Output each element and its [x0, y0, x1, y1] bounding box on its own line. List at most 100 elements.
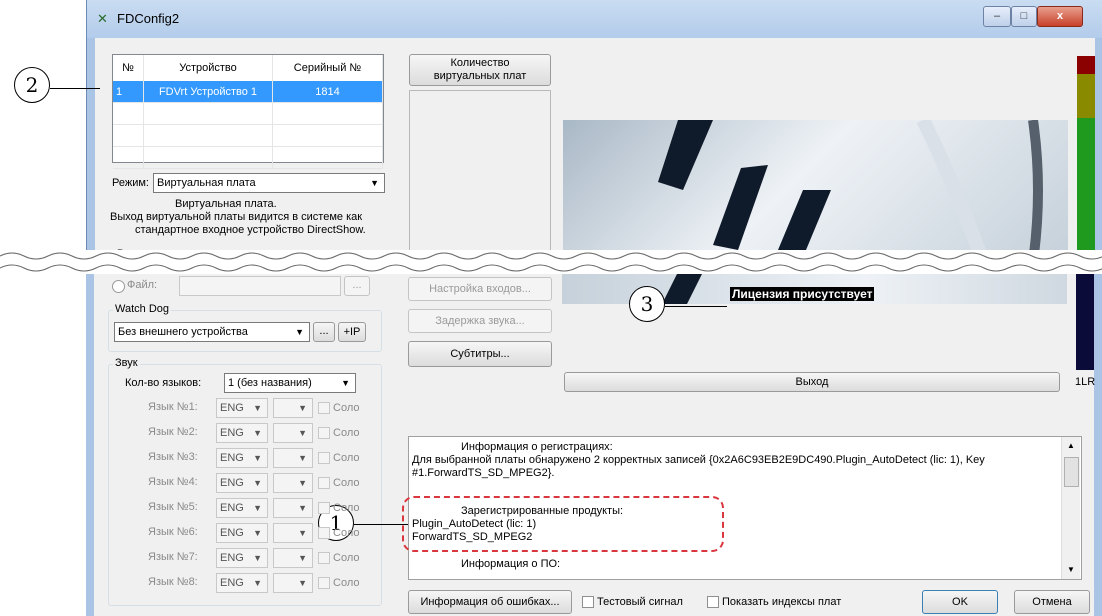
language-code-select[interactable]: ENG ▼ — [216, 448, 268, 468]
language-code: ENG — [220, 552, 244, 564]
virtual-count-button[interactable]: Количество виртуальных плат — [409, 54, 551, 86]
error-info-button[interactable]: Информация об ошибках... — [408, 590, 572, 614]
scroll-thumb[interactable] — [1064, 457, 1079, 487]
scroll-up-icon[interactable]: ▲ — [1067, 441, 1075, 450]
language-name-select[interactable]: ▼ — [273, 398, 313, 418]
mode-description-3: стандартное входное устройство DirectSho… — [135, 224, 366, 236]
lang-count-select[interactable]: 1 (без названия) ▼ — [224, 373, 356, 393]
solo-checkbox[interactable] — [318, 552, 330, 564]
callout-3-leader — [665, 306, 727, 307]
solo-checkbox[interactable] — [318, 577, 330, 589]
solo-checkbox[interactable] — [318, 502, 330, 514]
solo-label: Соло — [333, 402, 360, 414]
language-code-select[interactable]: ENG ▼ — [216, 498, 268, 518]
test-signal-label: Тестовый сигнал — [597, 596, 683, 608]
language-label: Язык №1: — [148, 401, 198, 413]
exit-button[interactable]: Выход — [564, 372, 1060, 392]
chevron-down-icon: ▼ — [298, 553, 307, 563]
input-settings-button[interactable]: Настройка входов... — [408, 277, 552, 301]
language-code-select[interactable]: ENG ▼ — [216, 573, 268, 593]
preview-image — [658, 120, 1043, 262]
lang-count-label: Кол-во языков: — [125, 377, 202, 389]
solo-checkbox[interactable] — [318, 477, 330, 489]
solo-label: Соло — [333, 552, 360, 564]
solo-label: Соло — [333, 527, 360, 539]
chevron-down-icon: ▼ — [253, 553, 262, 563]
file-label: Файл: — [127, 279, 158, 291]
minimize-button[interactable]: – — [983, 6, 1011, 27]
language-code-select[interactable]: ENG ▼ — [216, 548, 268, 568]
callout-2: 2 — [14, 67, 50, 103]
language-name-select[interactable]: ▼ — [273, 423, 313, 443]
mode-description-1: Виртуальная плата. — [175, 198, 277, 210]
watchdog-browse-button[interactable]: ... — [313, 322, 335, 342]
callout-1-leader — [354, 524, 408, 525]
virtual-count-line2: виртуальных плат — [433, 70, 527, 82]
watchdog-select[interactable]: Без внешнего устройства ▼ — [114, 322, 310, 342]
solo-label: Соло — [333, 502, 360, 514]
mode-select[interactable]: Виртуальная плата ▼ — [153, 173, 385, 193]
solo-checkbox[interactable] — [318, 402, 330, 414]
window-title: FDConfig2 — [117, 11, 180, 26]
license-status-text: Лицензия присутствует — [730, 287, 875, 301]
file-radio[interactable] — [112, 280, 125, 293]
language-name-select[interactable]: ▼ — [273, 498, 313, 518]
language-code: ENG — [220, 577, 244, 589]
ok-button[interactable]: OK — [922, 590, 998, 614]
col-device[interactable]: Устройство — [143, 55, 273, 81]
chevron-down-icon: ▼ — [253, 578, 262, 588]
table-row[interactable]: 1 FDVrt Устройство 1 1814 — [113, 81, 383, 103]
language-name-select[interactable]: ▼ — [273, 448, 313, 468]
file-path-input[interactable] — [179, 276, 341, 296]
language-label: Язык №7: — [148, 551, 198, 563]
language-name-select[interactable]: ▼ — [273, 473, 313, 493]
language-label: Язык №2: — [148, 426, 198, 438]
language-code-select[interactable]: ENG ▼ — [216, 398, 268, 418]
info-scrollbar[interactable]: ▲ ▼ — [1061, 437, 1080, 579]
lang-count-value: 1 (без названия) — [228, 377, 312, 389]
show-indexes-checkbox[interactable] — [707, 596, 719, 608]
watchdog-ip-button[interactable]: +IP — [338, 322, 366, 342]
solo-checkbox[interactable] — [318, 527, 330, 539]
show-indexes-label: Показать индексы плат — [722, 596, 842, 608]
col-number[interactable]: № — [113, 55, 144, 81]
software-info-title: Информация о ПО: — [461, 558, 561, 570]
test-signal-checkbox[interactable] — [582, 596, 594, 608]
language-code-select[interactable]: ENG ▼ — [216, 423, 268, 443]
cell-number: 1 — [113, 81, 144, 103]
video-preview — [563, 120, 1068, 262]
chevron-down-icon: ▼ — [298, 528, 307, 538]
chevron-down-icon: ▼ — [298, 453, 307, 463]
language-code: ENG — [220, 402, 244, 414]
col-serial[interactable]: Серийный № — [272, 55, 383, 81]
chevron-down-icon: ▼ — [253, 503, 262, 513]
audio-meter-lower — [1076, 274, 1094, 370]
solo-checkbox[interactable] — [318, 452, 330, 464]
watchdog-group-label: Watch Dog — [113, 303, 172, 315]
cell-device: FDVrt Устройство 1 — [143, 81, 273, 103]
language-code-select[interactable]: ENG ▼ — [216, 523, 268, 543]
sound-group-label: Звук — [113, 357, 140, 369]
language-name-select[interactable]: ▼ — [273, 548, 313, 568]
products-highlight — [402, 496, 724, 552]
audio-delay-button[interactable]: Задержка звука... — [408, 309, 552, 333]
cancel-button[interactable]: Отмена — [1014, 590, 1090, 614]
maximize-button[interactable]: □ — [1011, 6, 1037, 27]
chevron-down-icon: ▼ — [298, 478, 307, 488]
subtitles-button[interactable]: Субтитры... — [408, 341, 552, 367]
language-code-select[interactable]: ENG ▼ — [216, 473, 268, 493]
language-name-select[interactable]: ▼ — [273, 523, 313, 543]
chevron-down-icon: ▼ — [370, 178, 379, 188]
close-button[interactable]: x — [1037, 6, 1083, 27]
virtual-count-panel — [409, 90, 551, 262]
language-name-select[interactable]: ▼ — [273, 573, 313, 593]
file-browse-button[interactable]: ... — [344, 276, 370, 296]
scroll-down-icon[interactable]: ▼ — [1067, 565, 1075, 574]
chevron-down-icon: ▼ — [298, 428, 307, 438]
chevron-down-icon: ▼ — [253, 453, 262, 463]
reg-info-title: Информация о регистрациях: — [461, 441, 613, 453]
solo-checkbox[interactable] — [318, 427, 330, 439]
device-list[interactable]: № Устройство Серийный № 1 FDVrt Устройст… — [112, 54, 384, 169]
language-code: ENG — [220, 477, 244, 489]
callout-3: 3 — [629, 286, 665, 322]
